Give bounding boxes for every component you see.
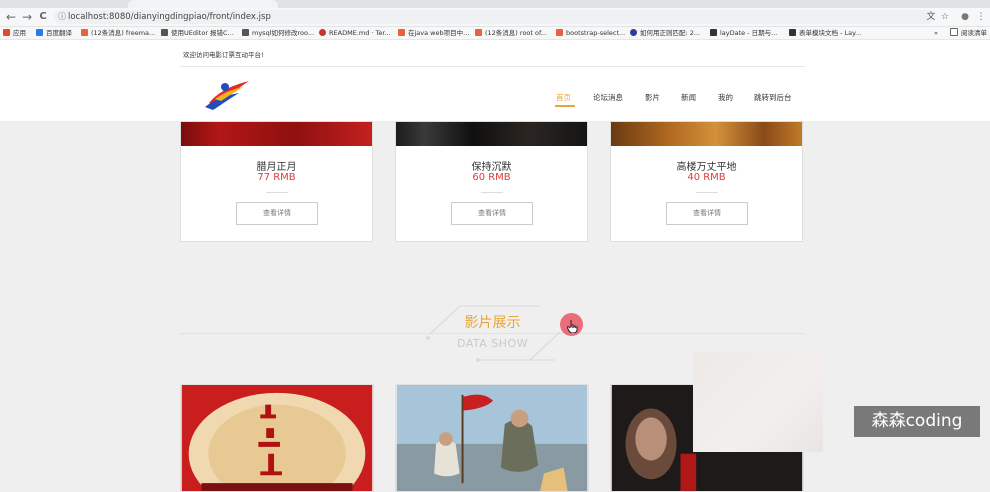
movie-title: 保持沉默	[471, 162, 512, 173]
site-logo[interactable]	[203, 77, 251, 111]
address-url: localhost:8080/dianyingdingpiao/front/in…	[68, 12, 271, 22]
movie-poster-thumbnail[interactable]	[181, 122, 372, 146]
card-divider	[266, 192, 288, 193]
bookmarks-bar: 应用 百度翻译 (12条消息) freema... 使用UEditor 报错C.…	[0, 27, 990, 40]
welcome-text: 欢迎访问电影订票互动平台!	[183, 51, 264, 59]
movie-title: 腊月正月	[256, 162, 297, 173]
section-subtitle: DATA SHOW	[456, 337, 529, 350]
view-details-button[interactable]: 查看详情	[451, 202, 533, 225]
nav-active-underline	[555, 105, 575, 107]
nav-forum[interactable]: 论坛消息	[593, 92, 623, 103]
bookmark-favicon-icon	[81, 29, 88, 36]
bookmark-favicon-icon	[242, 29, 249, 36]
reading-list-icon	[950, 28, 958, 36]
browser-toolbar: ← → C ⓘ localhost:8080/dianyingdingpiao/…	[0, 8, 990, 27]
card-divider	[481, 192, 503, 193]
movie-title: 高楼万丈平地	[676, 162, 737, 173]
bookmark-item[interactable]: (12条消息) root of...	[475, 27, 547, 39]
browser-menu-icon[interactable]: ⋮	[974, 10, 988, 24]
bookmark-item[interactable]: 应用	[3, 27, 26, 39]
bookmark-item[interactable]: bootstrap-select...	[556, 27, 625, 39]
bookmark-item[interactable]: (12条消息) freema...	[81, 27, 155, 39]
bookmark-item[interactable]: mysql如何修改roo...	[242, 27, 314, 39]
movie-poster[interactable]	[180, 384, 374, 492]
page-viewport: 欢迎访问电影订票互动平台! 首页 论坛消息 影片 新闻 我的 跳转到后台 腊月正…	[0, 40, 990, 492]
bookmark-favicon-icon	[789, 29, 796, 36]
translate-icon[interactable]: 文	[924, 10, 938, 24]
nav-news[interactable]: 新闻	[681, 92, 696, 103]
movie-price: 40 RMB	[687, 172, 726, 183]
movie-card: 高楼万丈平地 40 RMB 查看详情	[610, 121, 803, 242]
video-watermark: 森森coding	[854, 406, 980, 437]
bookmark-favicon-icon	[556, 29, 563, 36]
bookmark-item[interactable]: 百度翻译	[36, 27, 72, 39]
address-bar[interactable]: ⓘ localhost:8080/dianyingdingpiao/front/…	[54, 10, 934, 24]
bookmark-favicon-icon	[161, 29, 168, 36]
bookmark-item[interactable]: README.md · Ter...	[319, 27, 391, 39]
movie-card: 腊月正月 77 RMB 查看详情	[180, 121, 373, 242]
nav-mine[interactable]: 我的	[718, 92, 733, 103]
hand-cursor-icon	[567, 320, 578, 333]
nav-home[interactable]: 首页	[556, 92, 571, 103]
tab-bar	[0, 0, 990, 8]
view-details-button[interactable]: 查看详情	[666, 202, 748, 225]
profile-icon[interactable]: ●	[958, 10, 972, 24]
browser-tab[interactable]	[128, 0, 278, 8]
site-header: 欢迎访问电影订票互动平台! 首页 论坛消息 影片 新闻 我的 跳转到后台	[0, 40, 990, 121]
header-divider	[180, 66, 805, 67]
more-bookmarks-icon[interactable]: »	[934, 27, 938, 39]
bookmark-favicon-icon	[710, 29, 717, 36]
movie-price: 60 RMB	[472, 172, 511, 183]
bookmark-star-icon[interactable]: ☆	[938, 10, 952, 24]
view-details-button[interactable]: 查看详情	[236, 202, 318, 225]
blurred-overlay	[693, 352, 823, 452]
bookmark-item[interactable]: 如何用正则匹配: 2...	[630, 27, 700, 39]
movie-card: 保持沉默 60 RMB 查看详情	[395, 121, 588, 242]
nav-admin[interactable]: 跳转到后台	[754, 92, 792, 103]
back-icon[interactable]: ←	[4, 9, 18, 25]
bookmark-item[interactable]: 使用UEditor 报错C...	[161, 27, 234, 39]
bookmark-favicon-icon	[630, 29, 637, 36]
info-icon[interactable]: ⓘ	[58, 10, 66, 24]
bookmark-favicon-icon	[475, 29, 482, 36]
movie-price: 77 RMB	[257, 172, 296, 183]
movie-poster-thumbnail[interactable]	[396, 122, 587, 146]
reload-icon[interactable]: C	[36, 9, 50, 25]
nav-movies[interactable]: 影片	[645, 92, 660, 103]
section-title: 影片展示	[464, 315, 521, 331]
movie-poster[interactable]	[395, 384, 589, 492]
card-divider	[696, 192, 718, 193]
bookmark-favicon-icon	[398, 29, 405, 36]
bookmark-item[interactable]: 表单模块文档 - Lay...	[789, 27, 861, 39]
reading-list[interactable]: 阅读清单	[950, 27, 987, 39]
bookmark-item[interactable]: layDate - 日期与...	[710, 27, 777, 39]
bookmark-item[interactable]: 在java web项目中...	[398, 27, 469, 39]
forward-icon[interactable]: →	[20, 9, 34, 25]
movie-poster-thumbnail[interactable]	[611, 122, 802, 146]
bookmark-favicon-icon	[319, 29, 326, 36]
bookmark-favicon-icon	[36, 29, 43, 36]
apps-icon	[3, 29, 10, 36]
